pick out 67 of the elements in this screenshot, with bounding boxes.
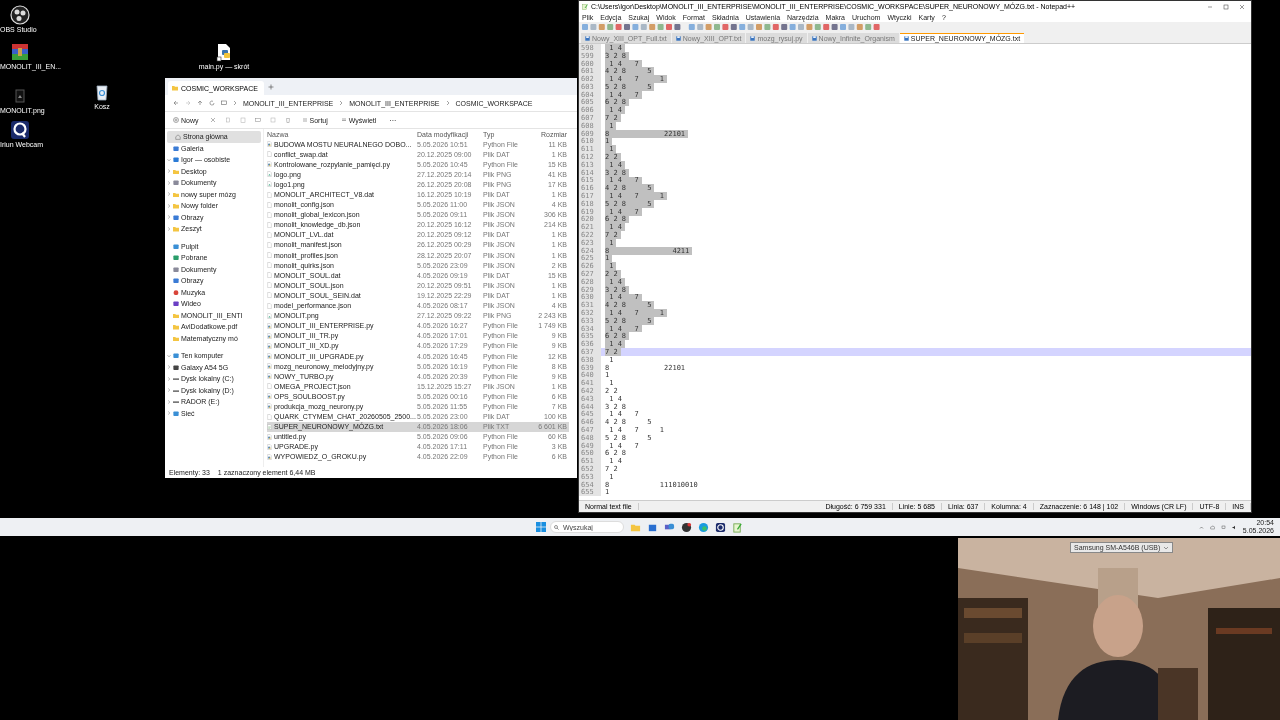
chevron-up-icon[interactable] [1198, 524, 1204, 530]
python-file-icon [267, 453, 272, 460]
python-file-icon [267, 332, 272, 339]
obs-logo-icon[interactable] [681, 521, 692, 533]
chevron-icon[interactable] [167, 215, 171, 220]
chevron-icon[interactable] [167, 203, 171, 208]
start-icon[interactable] [536, 522, 546, 532]
maximize-icon[interactable] [1223, 3, 1229, 10]
caret-icon [1163, 544, 1170, 551]
image-file-icon [267, 312, 272, 319]
python-file-icon [267, 141, 272, 148]
home-icon [175, 134, 181, 140]
monitor-icon[interactable] [221, 100, 227, 106]
back-arrow-icon[interactable] [173, 100, 179, 106]
webcam-app-icon[interactable] [715, 521, 726, 533]
chevron-icon[interactable] [167, 180, 171, 185]
floppy-disk-icon [675, 35, 681, 41]
chevron-icon [339, 100, 344, 106]
folder-icon [173, 226, 179, 232]
folder-icon [173, 168, 179, 174]
chevron-icon[interactable] [167, 399, 171, 404]
chevron-icon[interactable] [167, 192, 171, 197]
python-file-icon [267, 161, 272, 168]
search-icon [554, 524, 559, 530]
image-file-icon [267, 181, 272, 188]
python-file-icon [267, 322, 272, 329]
file-icon [267, 151, 272, 158]
new-tab-icon[interactable] [268, 83, 274, 90]
notepad-icon[interactable] [732, 521, 743, 533]
floppy-disk-icon [750, 35, 756, 41]
obs-logo-icon [10, 5, 30, 25]
chevron-icon[interactable] [167, 169, 171, 174]
chevron-icon[interactable] [167, 376, 171, 381]
chevron-icon[interactable] [167, 226, 171, 231]
file-icon [267, 413, 272, 420]
file-icon [267, 383, 272, 390]
archive-icon [10, 42, 30, 62]
text-file-icon [267, 423, 272, 430]
chevron-icon [233, 100, 237, 106]
python-file-icon [267, 393, 272, 400]
browser-icon[interactable] [698, 521, 709, 533]
python-file-icon [267, 443, 272, 450]
notepad-icon [582, 3, 588, 10]
forward-arrow-icon[interactable] [185, 100, 191, 106]
chevron-icon[interactable] [167, 365, 171, 370]
floppy-disk-icon [903, 36, 909, 41]
refresh-icon[interactable] [209, 100, 215, 106]
minimize-icon[interactable] [1207, 3, 1213, 10]
chevron-icon [445, 100, 450, 106]
python-file-icon [267, 433, 272, 440]
speaker-icon[interactable] [1231, 524, 1237, 530]
image-file-icon [267, 171, 272, 178]
plus-icon [173, 117, 179, 123]
floppy-disk-icon [585, 35, 590, 41]
python-file-icon [267, 353, 272, 359]
python-file-icon [267, 363, 272, 370]
chevron-icon[interactable] [167, 411, 171, 416]
chevron-icon[interactable] [167, 388, 171, 393]
floppy-disk-icon [811, 35, 817, 41]
close-icon[interactable] [1239, 3, 1245, 10]
python-file-icon [267, 373, 272, 380]
up-arrow-icon[interactable] [197, 100, 203, 106]
webcam-app-icon [10, 120, 30, 140]
folder-icon [172, 85, 178, 91]
python-file-icon [267, 342, 272, 349]
cut-icon[interactable] [209, 117, 216, 123]
python-file-icon [267, 403, 272, 410]
